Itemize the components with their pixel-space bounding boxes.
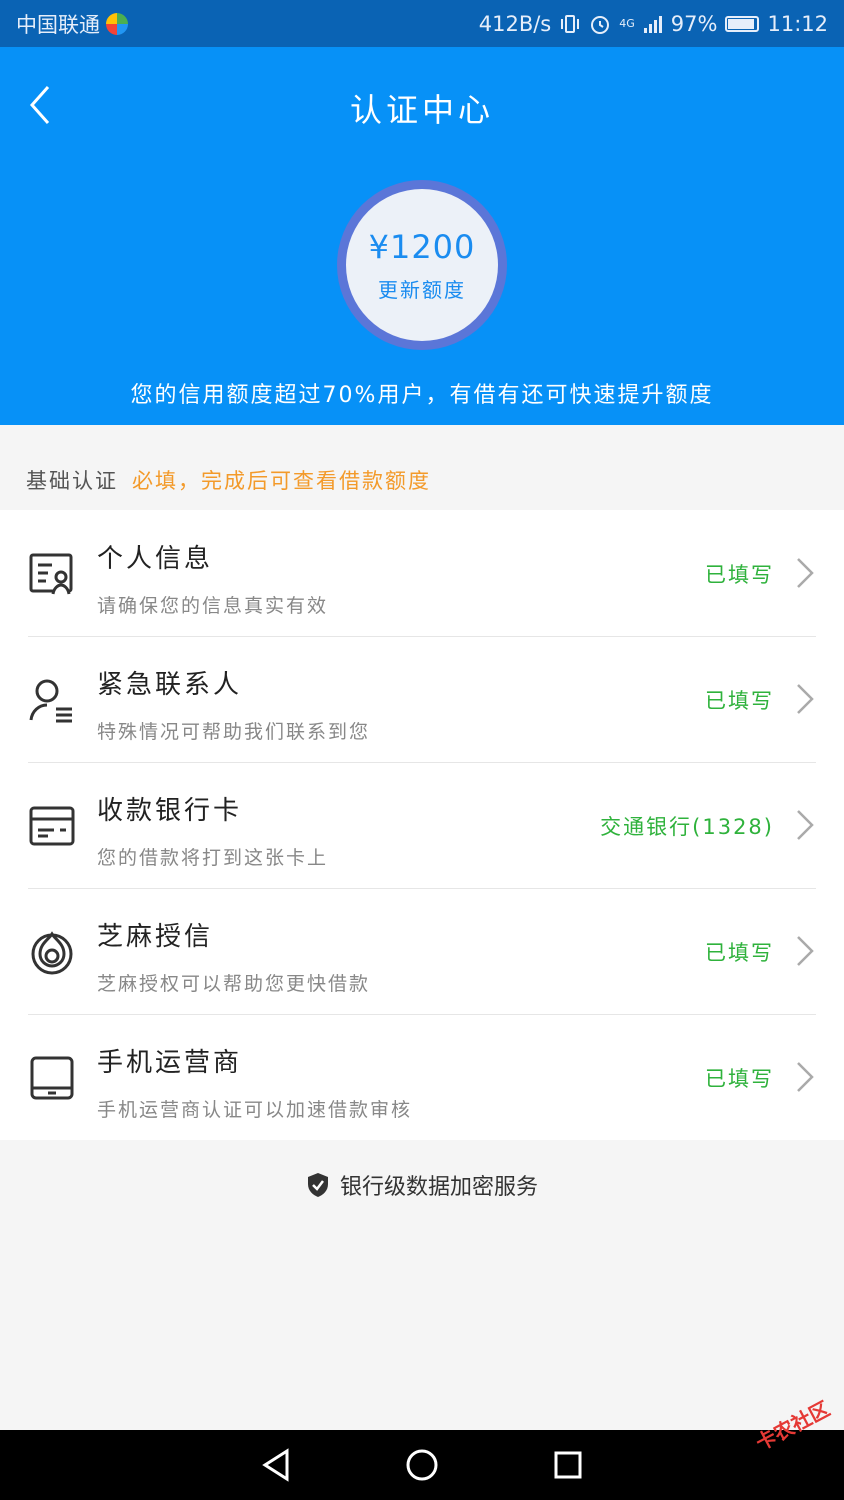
section-note: 必填，完成后可查看借款额度 — [132, 469, 431, 493]
item-status: 已填写 — [705, 1067, 774, 1091]
item-status: 已填写 — [705, 689, 774, 713]
update-limit-label[interactable]: 更新额度 — [378, 274, 466, 303]
status-right: 412B/s 4G 97% 11:12 — [479, 12, 828, 36]
item-title: 紧急联系人 — [97, 670, 243, 700]
net-speed: 412B/s — [478, 11, 552, 36]
item-texts: 个人信息 请确保您的信息真实有效 — [97, 538, 328, 618]
carrier-logo-icon — [106, 12, 128, 35]
section-title: 基础认证 — [26, 469, 118, 493]
item-desc: 芝麻授权可以帮助您更快借款 — [97, 973, 371, 995]
chevron-right-icon — [797, 1062, 814, 1092]
credit-limit-circle[interactable]: ¥1200 更新额度 — [346, 189, 498, 341]
auth-item-emergency-contact[interactable]: 紧急联系人 特殊情况可帮助我们联系到您 已填写 — [0, 636, 844, 762]
alarm-icon — [591, 15, 610, 34]
chevron-right-icon — [797, 936, 814, 966]
vibrate-icon — [561, 14, 580, 33]
security-text: 银行级数据加密服务 — [339, 1175, 538, 1200]
chevron-right-icon — [797, 810, 814, 840]
square-recents-icon — [554, 1451, 582, 1479]
credit-tip: 您的信用额度超过70%用户，有借有还可快速提升额度 — [130, 383, 714, 408]
id-card-icon — [29, 553, 73, 595]
nav-home-button[interactable] — [404, 1447, 440, 1483]
auth-item-bank-card[interactable]: 收款银行卡 您的借款将打到这张卡上 交通银行(1328) — [0, 762, 844, 888]
item-desc: 您的借款将打到这张卡上 — [97, 847, 329, 869]
clock: 11:12 — [767, 11, 828, 36]
auth-item-mobile-carrier[interactable]: 手机运营商 手机运营商认证可以加速借款审核 已填写 — [0, 1014, 844, 1140]
triangle-back-icon — [262, 1448, 289, 1482]
credit-limit-amount: ¥1200 — [368, 227, 476, 266]
chevron-right-icon — [797, 558, 814, 588]
shield-icon — [307, 1173, 328, 1197]
item-texts: 芝麻授信 芝麻授权可以帮助您更快借款 — [97, 916, 370, 996]
item-texts: 紧急联系人 特殊情况可帮助我们联系到您 — [97, 664, 370, 744]
item-desc: 手机运营商认证可以加速借款审核 — [97, 1099, 413, 1121]
item-texts: 手机运营商 手机运营商认证可以加速借款审核 — [97, 1042, 412, 1122]
chevron-right-icon — [797, 684, 814, 714]
auth-header: 认证中心 ¥1200 更新额度 您的信用额度超过70%用户，有借有还可快速提升额… — [0, 47, 844, 425]
signal-icon — [643, 15, 662, 33]
system-nav-bar — [0, 1430, 844, 1500]
bank-card-icon — [29, 806, 75, 846]
auth-item-sesame-credit[interactable]: 芝麻授信 芝麻授权可以帮助您更快借款 已填写 — [0, 888, 844, 1014]
section-header: 基础认证 必填，完成后可查看借款额度 — [0, 450, 844, 510]
item-texts: 收款银行卡 您的借款将打到这张卡上 — [97, 790, 328, 870]
nav-recents-button[interactable] — [550, 1447, 586, 1483]
page-title: 认证中心 — [349, 91, 494, 129]
credit-limit-badge[interactable]: ¥1200 更新额度 — [337, 180, 507, 350]
contact-icon — [29, 679, 72, 723]
item-title: 手机运营商 — [97, 1048, 243, 1078]
item-status: 已填写 — [705, 941, 774, 965]
status-bar: 中国联通 412B/s 4G 97% 11:12 — [0, 0, 844, 47]
security-note: 银行级数据加密服务 — [0, 1165, 844, 1205]
item-desc: 特殊情况可帮助我们联系到您 — [97, 721, 371, 743]
auth-item-personal-info[interactable]: 个人信息 请确保您的信息真实有效 已填写 — [0, 510, 844, 636]
item-title: 个人信息 — [97, 544, 214, 574]
item-title: 收款银行卡 — [97, 796, 243, 826]
nav-back-button[interactable] — [258, 1447, 294, 1483]
auth-list: 个人信息 请确保您的信息真实有效 已填写 紧急联系人 特殊情况可帮助我们联系到您… — [0, 510, 844, 1140]
circle-home-icon — [406, 1449, 438, 1481]
network-type: 4G — [619, 17, 635, 30]
status-left: 中国联通 — [16, 9, 128, 39]
sesame-icon — [31, 931, 73, 975]
item-desc: 请确保您的信息真实有效 — [97, 595, 329, 617]
phone-icon — [30, 1056, 74, 1100]
item-status: 已填写 — [705, 563, 774, 587]
battery-icon — [725, 15, 760, 32]
item-status: 交通银行(1328) — [600, 815, 774, 839]
battery-percent: 97% — [670, 11, 718, 36]
item-title: 芝麻授信 — [97, 922, 214, 952]
carrier-name: 中国联通 — [16, 12, 100, 37]
